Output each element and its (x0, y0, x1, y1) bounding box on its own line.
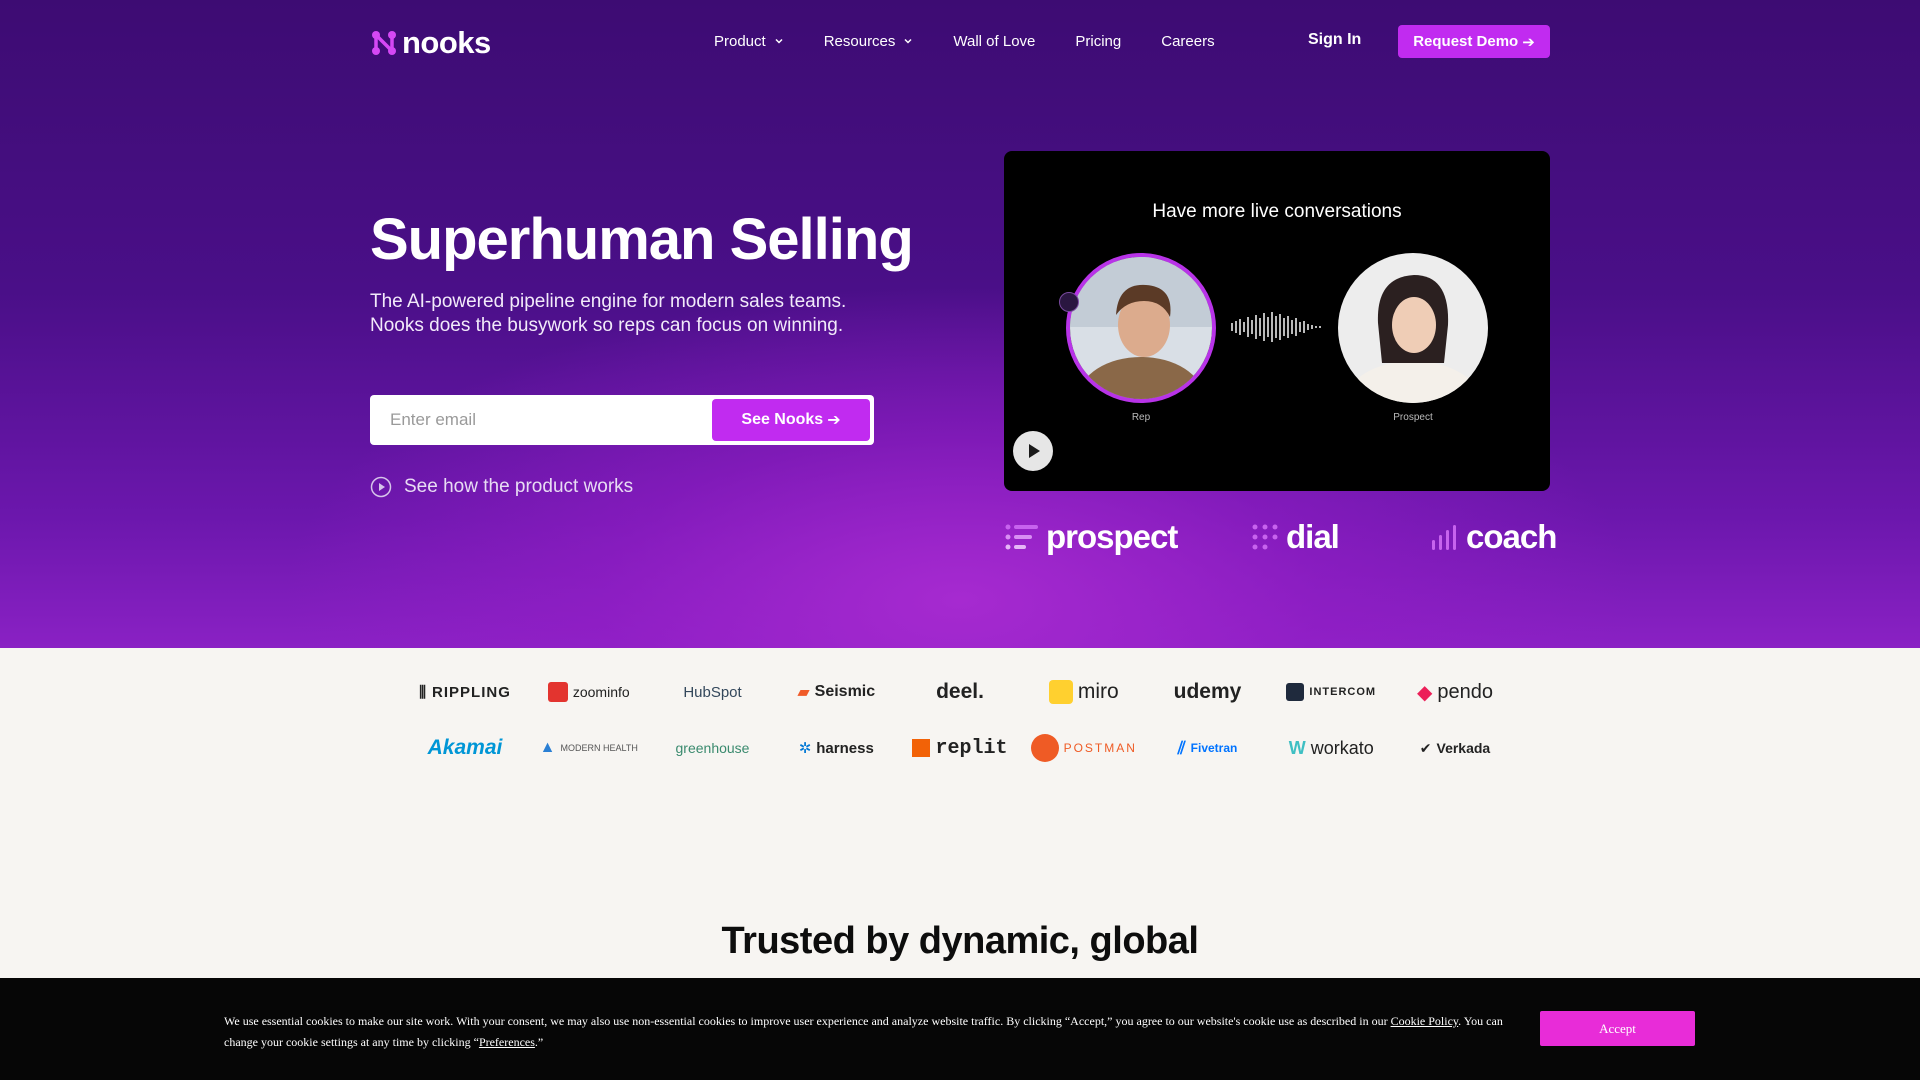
logo-row-2: Akamai ▲ MODERN HEALTH greenhouse ✲ harn… (405, 726, 1515, 770)
accept-cookies-button[interactable]: Accept (1540, 1011, 1695, 1046)
sign-in-link[interactable]: Sign In (1308, 31, 1361, 49)
postman-logo: POSTMAN (1024, 734, 1144, 762)
request-demo-label: Request Demo (1413, 33, 1519, 50)
nav-careers[interactable]: Careers (1161, 30, 1214, 52)
workato-icon: W (1288, 737, 1306, 758)
product-coach[interactable]: coach (1430, 518, 1557, 556)
preferences-link[interactable]: Preferences (479, 1035, 535, 1049)
zoominfo-logo: zoominfo (529, 682, 649, 702)
seismic-icon: ▰ (797, 684, 810, 701)
rippling-logo: ⫼ RIPPLING (419, 683, 511, 701)
see-how-label: See how the product works (404, 476, 634, 497)
nav-wall-of-love-label: Wall of Love (953, 32, 1036, 50)
modern-health-icon: ▲ (539, 739, 556, 756)
demo-video-card[interactable]: Have more live conversations Rep Prospec… (1004, 151, 1550, 491)
intercom-icon (1286, 683, 1305, 701)
nooks-logo[interactable]: nooks (370, 25, 491, 60)
greenhouse-logo: greenhouse (675, 740, 750, 756)
hero-section: nooks Product Resources Wall of Love Pri… (0, 0, 1920, 648)
verkada-icon: ✔ (1419, 739, 1432, 756)
nav-resources[interactable]: Resources (824, 30, 914, 52)
arrow-right-icon: ➔ (827, 412, 841, 429)
request-demo-button[interactable]: Request Demo ➔ (1398, 25, 1550, 58)
nav-pricing[interactable]: Pricing (1075, 30, 1121, 52)
cookie-text-part3: .” (534, 1035, 544, 1049)
dial-icon (1252, 524, 1278, 550)
postman-icon (1030, 734, 1059, 762)
harness-icon: ✲ (798, 740, 812, 757)
replit-logo: replit (900, 737, 1020, 760)
see-nooks-button[interactable]: See Nooks ➔ (712, 399, 870, 441)
arrow-right-icon: ➔ (1522, 33, 1535, 51)
fivetran-logo: ⫽ Fivetran (1177, 737, 1238, 758)
deel-logo: deel. (936, 680, 984, 703)
replit-icon (912, 739, 931, 757)
trusted-heading: Trusted by dynamic, global (721, 920, 1199, 962)
cookie-text-part1: We use essential cookies to make our sit… (224, 1014, 1391, 1028)
main-nav: Product Resources Wall of Love Pricing C… (714, 30, 1215, 52)
pendo-logo: ◆ pendo (1416, 680, 1493, 704)
logo-row-1: ⫼ RIPPLING zoominfo HubSpot ▰ Seismic de… (405, 670, 1515, 714)
nav-resources-label: Resources (823, 32, 896, 50)
nav-product[interactable]: Product (714, 30, 784, 52)
email-signup-form: See Nooks ➔ (370, 395, 874, 445)
see-nooks-label: See Nooks (741, 411, 824, 428)
akamai-logo: Akamai (427, 736, 503, 759)
prospect-photo (1338, 253, 1488, 403)
nooks-logo-mark-icon (372, 31, 396, 55)
cookie-text: We use essential cookies to make our sit… (224, 1011, 1526, 1053)
play-circle-icon (370, 476, 392, 498)
chevron-down-icon (775, 38, 783, 44)
verkada-logo: ✔ Verkada (1419, 739, 1491, 757)
workato-logo: W workato (1288, 737, 1374, 758)
product-prospect-label: prospect (1046, 518, 1178, 555)
nooks-badge-icon (1059, 292, 1079, 312)
miro-logo: miro (1024, 680, 1144, 704)
audio-waveform-icon (1231, 312, 1321, 342)
miro-icon (1048, 680, 1073, 704)
product-list: prospect dial coach (1004, 518, 1557, 558)
email-input[interactable] (390, 407, 690, 433)
product-prospect[interactable]: prospect (1004, 518, 1178, 556)
play-icon (1029, 444, 1040, 458)
rep-photo (1070, 257, 1212, 399)
intercom-logo: INTERCOM (1271, 683, 1391, 701)
video-title: Have more live conversations (1152, 201, 1402, 222)
seismic-logo: ▰ Seismic (797, 683, 876, 701)
play-button[interactable] (1013, 431, 1053, 471)
fivetran-icon: ⫽ (1177, 737, 1186, 758)
modern-health-logo: ▲ MODERN HEALTH (539, 739, 638, 756)
hubspot-logo: HubSpot (683, 683, 742, 701)
coach-icon (1432, 525, 1456, 550)
harness-logo: ✲ harness (798, 739, 874, 758)
chevron-down-icon (904, 38, 912, 44)
rippling-icon: ⫼ (419, 683, 428, 701)
prospect-icon (1005, 524, 1038, 550)
zoominfo-icon (547, 682, 568, 702)
pendo-icon: ◆ (1416, 681, 1433, 704)
nav-pricing-label: Pricing (1075, 32, 1122, 50)
see-how-product-works-link[interactable]: See how the product works (370, 476, 633, 498)
product-dial[interactable]: dial (1250, 518, 1340, 556)
customer-logos: ⫼ RIPPLING zoominfo HubSpot ▰ Seismic de… (405, 670, 1515, 782)
rep-label: Rep (1131, 412, 1151, 423)
nav-product-label: Product (714, 32, 766, 50)
prospect-avatar (1338, 253, 1488, 403)
logo-text: nooks (402, 25, 491, 60)
hero-title: Superhuman Selling (370, 207, 914, 272)
hero-subtitle: The AI-powered pipeline engine for moder… (370, 291, 847, 336)
nav-wall-of-love[interactable]: Wall of Love (953, 30, 1035, 52)
cookie-policy-link[interactable]: Cookie Policy (1391, 1014, 1459, 1028)
nav-careers-label: Careers (1161, 32, 1215, 50)
udemy-logo: udemy (1173, 680, 1242, 703)
product-coach-label: coach (1466, 518, 1557, 555)
rep-avatar (1066, 253, 1216, 403)
prospect-label: Prospect (1393, 412, 1433, 423)
product-dial-label: dial (1286, 518, 1340, 555)
cookie-banner: We use essential cookies to make our sit… (0, 978, 1920, 1080)
